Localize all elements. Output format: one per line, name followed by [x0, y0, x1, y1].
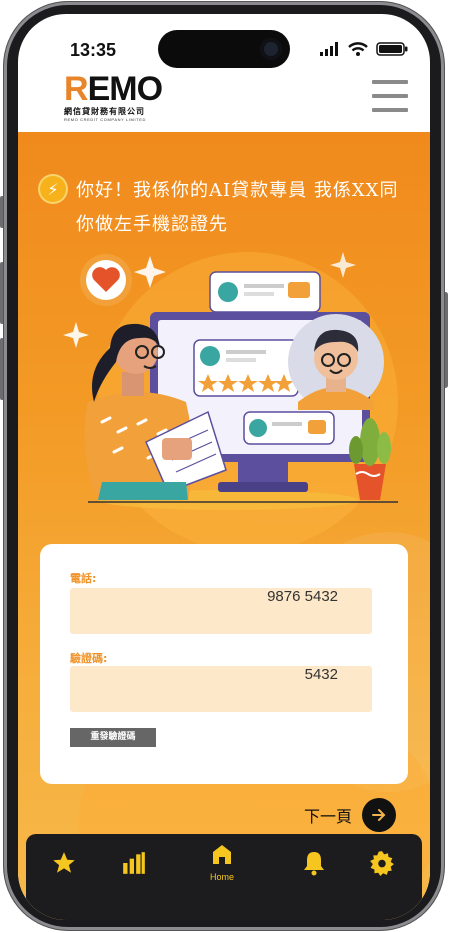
lightning-bolt-icon: ⚡ [40, 176, 66, 202]
bottom-navigation: Home [26, 834, 422, 920]
main-content: ⚡ 你好！我係你的AI貸款專員 我係XX同你做左手機認證先 電話: 9876 5… [18, 132, 430, 920]
home-icon [213, 845, 231, 864]
bell-icon [304, 852, 324, 876]
status-time: 13:35 [70, 40, 117, 60]
battery-icon [376, 42, 408, 56]
nav-home[interactable]: Home [200, 842, 244, 882]
remo-logo[interactable]: REMO 網信貸財務有限公司 REMO CREDIT COMPANY LIMIT… [64, 72, 163, 122]
next-page-label[interactable]: 下一頁 [304, 803, 352, 827]
menu-line [372, 108, 408, 112]
signal-icon [320, 42, 338, 56]
hero-illustration [63, 252, 398, 510]
logo-mark-first: R [64, 70, 89, 108]
status-icons [320, 42, 408, 56]
phone-screen: 13:35 REMO 網信貸財務有限公司 REMO CREDIT COMPANY… [18, 14, 430, 920]
bar-chart-icon [123, 852, 145, 874]
nav-statistics[interactable] [114, 850, 154, 880]
dynamic-island [158, 30, 290, 68]
verification-code-field[interactable]: 5432 [70, 666, 372, 712]
gear-icon [370, 851, 394, 876]
front-camera [260, 38, 282, 60]
logo-mark-rest: EMO [87, 70, 163, 108]
nav-settings[interactable] [362, 850, 402, 880]
wifi-icon [348, 42, 368, 56]
nav-notifications[interactable] [294, 850, 334, 880]
greeting-text: 你好！我係你的AI貸款專員 我係XX同你做左手機認證先 [76, 180, 399, 235]
code-label: 驗證碼: [70, 652, 108, 665]
menu-line [372, 94, 408, 98]
menu-line [372, 80, 408, 84]
phone-field[interactable]: 9876 5432 [70, 588, 372, 634]
app-header: REMO 網信貸財務有限公司 REMO CREDIT COMPANY LIMIT… [18, 70, 430, 132]
nav-favorites[interactable] [44, 850, 84, 880]
thumbs-up-icon [288, 282, 310, 298]
star-icon [53, 852, 75, 873]
next-page-control[interactable]: 下一頁 [304, 798, 396, 832]
hamburger-menu-icon[interactable] [372, 80, 408, 112]
logo-mark: REMO [64, 72, 163, 106]
nav-home-label: Home [209, 872, 234, 882]
arrow-right-icon[interactable] [362, 798, 396, 832]
resend-code-button[interactable]: 重發驗證碼 [70, 728, 156, 747]
greeting-message: ⚡ 你好！我係你的AI貸款專員 我係XX同你做左手機認證先 [40, 174, 410, 242]
verification-form: 電話: 9876 5432 驗證碼: 5432 重發驗證碼 [40, 544, 408, 784]
phone-label: 電話: [70, 572, 97, 585]
logo-english: REMO CREDIT COMPANY LIMITED [64, 117, 146, 122]
